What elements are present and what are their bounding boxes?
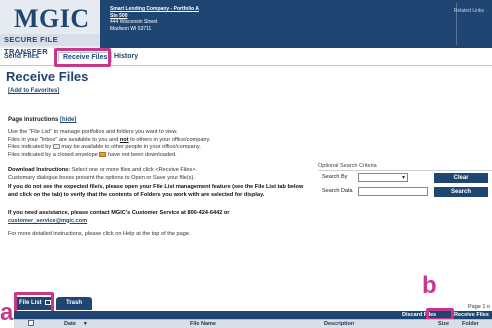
app-header: MGIC SECURE FILE TRANSFER Smart Lending … <box>0 0 492 56</box>
closed-envelope-icon <box>99 151 107 157</box>
search-data-input[interactable] <box>358 187 428 196</box>
nav-send-files[interactable]: Send Files <box>4 53 39 60</box>
instr-line-2: Files in your "Inbox" are available to y… <box>8 136 211 143</box>
shared-file-icon <box>52 144 60 149</box>
download-instructions: Download Instructions: Select one or mor… <box>8 167 198 181</box>
search-criteria-title: Optional Search Criteria <box>318 163 377 169</box>
search-button[interactable]: Search <box>434 187 488 197</box>
sort-desc-icon[interactable]: ▾ <box>84 320 87 328</box>
receive-files-button[interactable]: Receive Files <box>454 311 489 319</box>
instr-line-1: Use the "File List" to manage portfolios… <box>8 129 178 135</box>
add-to-favorites-link[interactable]: [Add to Favorites] <box>8 88 59 94</box>
column-folder[interactable]: Folder <box>462 320 479 328</box>
customer-service-email-link[interactable]: customer_service@mgic.com <box>8 218 87 224</box>
tab-trash[interactable]: Trash <box>56 297 92 310</box>
column-date[interactable]: Date <box>64 320 76 328</box>
receive-files-highlight <box>54 48 111 67</box>
search-data-label: Search Data <box>322 188 353 194</box>
page-instructions-label: Page Instructions <box>8 117 59 123</box>
search-criteria-panel: Search By ▾ Search Data Clear Search <box>318 170 492 198</box>
instr-line-4: Files indicated by a closed envelope hav… <box>8 151 177 158</box>
column-description[interactable]: Description <box>324 320 354 328</box>
column-file-name[interactable]: File Name <box>190 320 216 328</box>
company-info: Smart Lending Company - Portfolio A Ste … <box>110 6 199 32</box>
file-list-instructions: If you do not see the expected file/s, p… <box>8 184 304 198</box>
select-all-checkbox[interactable] <box>28 320 34 326</box>
search-by-select[interactable]: ▾ <box>358 173 408 182</box>
hide-instructions-link[interactable]: [hide] <box>60 117 76 123</box>
instr-line-3: Files indicated by may be available to o… <box>8 144 201 150</box>
logo-block: MGIC SECURE FILE TRANSFER <box>0 0 100 56</box>
help-text: For more detailed instructions, please c… <box>8 231 191 237</box>
annotation-marker-a: a <box>0 299 14 326</box>
company-name[interactable]: Smart Lending Company - Portfolio A <box>110 6 199 13</box>
page-instructions-heading: Page Instructions [hide] <box>8 117 76 123</box>
download-instructions-label: Download Instructions: <box>8 167 71 173</box>
file-table-header: Date ▾ File Name Description Size Folder <box>14 319 492 328</box>
mgic-logo: MGIC <box>14 4 90 33</box>
search-by-label: Search By <box>322 174 348 180</box>
annotation-marker-b: b <box>422 272 437 299</box>
secure-file-transfer-label: SECURE FILE TRANSFER <box>0 34 100 56</box>
nav-history[interactable]: History <box>114 53 138 60</box>
related-links[interactable]: Related Links <box>454 8 484 14</box>
assistance-text: If you need assistance, please contact M… <box>8 210 230 224</box>
company-city: Madison WI 53711 <box>110 25 152 32</box>
emphasis-not: not <box>119 136 129 143</box>
instructions-block: Use the "File List" to manage portfolios… <box>8 129 304 159</box>
file-actions-bar: Discard Files Receive Files <box>14 311 492 319</box>
chevron-down-icon: ▾ <box>401 175 405 181</box>
clear-button[interactable]: Clear <box>434 173 488 183</box>
column-size[interactable]: Size <box>438 320 449 328</box>
pagination-label: Page 1 o <box>467 304 490 310</box>
page-title: Receive Files <box>6 69 89 84</box>
